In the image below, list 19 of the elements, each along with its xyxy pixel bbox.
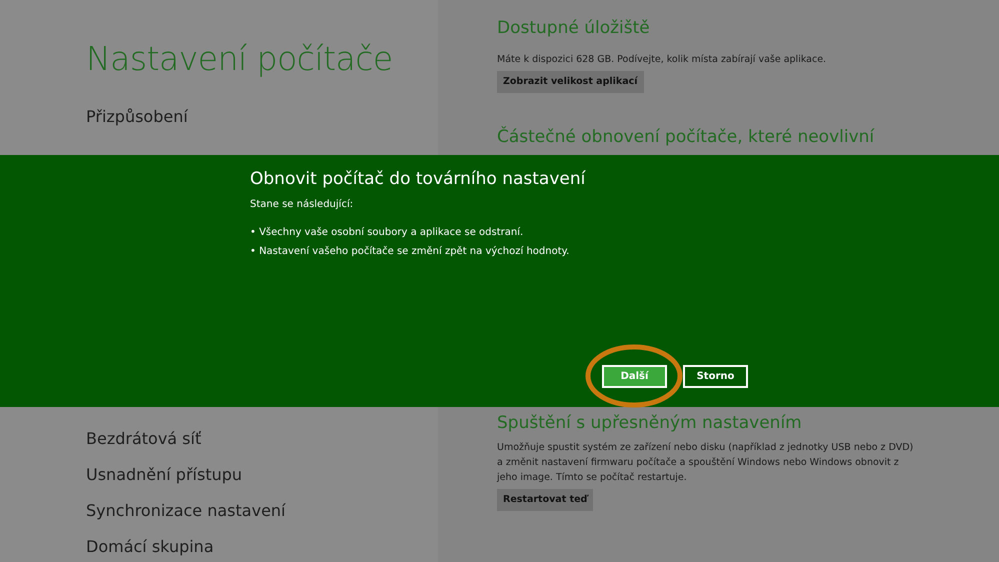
next-button[interactable]: Další bbox=[602, 365, 667, 388]
bullet-item: • Všechny vaše osobní soubory a aplikace se odstraní. bbox=[250, 226, 524, 240]
sidebar-item[interactable]: Synchronizace nastavení bbox=[86, 493, 438, 529]
bullet-item: • Nastavení vašeho počítače se změní zpět na výchozí hodnoty. bbox=[250, 245, 570, 260]
dialog-title: Obnovit počítač do továrního nastavení bbox=[250, 169, 586, 190]
sidebar-item[interactable]: Domácí skupina bbox=[86, 529, 438, 562]
section-heading: Dostupné úložiště bbox=[497, 17, 651, 40]
page-title: Nastavení počítače bbox=[86, 40, 394, 77]
action-button[interactable]: Zobrazit velikost aplikací bbox=[497, 71, 644, 93]
section-heading: Částečné obnovení počítače, které neovlivní bbox=[497, 125, 876, 149]
sidebar-item[interactable]: Přizpůsobení bbox=[86, 97, 438, 137]
cancel-button[interactable]: Storno bbox=[683, 365, 748, 388]
dialog-intro: Stane se následující: bbox=[250, 198, 354, 212]
section-description: Máte k dispozici 628 GB. Podívejte, kolik místa zabírají vaše aplikace. bbox=[497, 53, 828, 67]
section-description: Umožňuje spustit systém ze zařízení nebo disku (například z jednotky USB nebo z DVD) a změnit nastavení firmwaru počítače a spouštění Windows nebo Windows obnovit z jeho image. Tímto se počítač restartuje. bbox=[497, 441, 914, 485]
sidebar-item[interactable]: Bezdrátová síť bbox=[86, 421, 438, 457]
sidebar-item[interactable]: Usnadnění přístupu bbox=[86, 457, 438, 493]
action-button[interactable]: Restartovat teď bbox=[497, 489, 594, 511]
section-heading: Spuštění s upřesněným nastavením bbox=[497, 412, 803, 435]
